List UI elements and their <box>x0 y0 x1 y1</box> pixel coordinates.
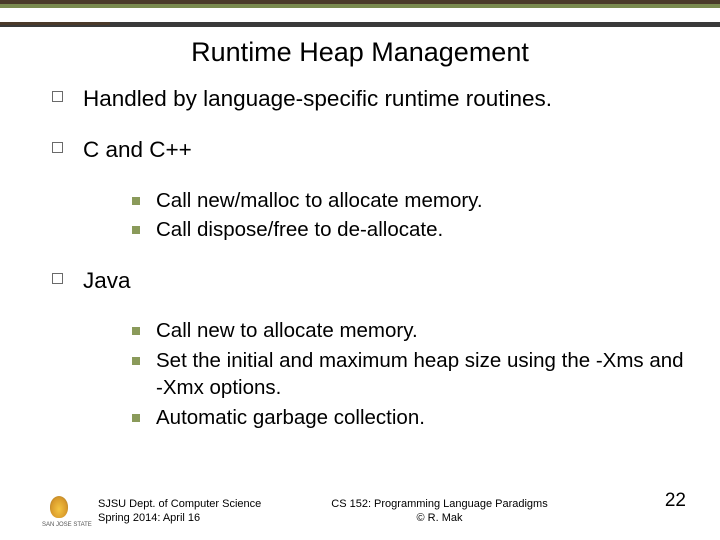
decorative-top-bars <box>0 0 720 27</box>
solid-bullet-icon <box>132 226 140 234</box>
slide-footer: SAN JOSE STATE SJSU Dept. of Computer Sc… <box>0 496 720 528</box>
square-bullet-icon <box>52 142 63 153</box>
sub-bullet-item: Call new to allocate memory. <box>132 317 690 345</box>
solid-bullet-icon <box>132 327 140 335</box>
bullet-text: Handled by language-specific runtime rou… <box>83 84 552 113</box>
footer-date: Spring 2014: April 16 <box>98 512 261 526</box>
solid-bullet-icon <box>132 197 140 205</box>
page-number: 22 <box>665 490 686 512</box>
bullet-item: C and C++ <box>52 135 690 164</box>
bullet-text: Java <box>83 266 131 295</box>
square-bullet-icon <box>52 91 63 102</box>
slide-title: Runtime Heap Management <box>0 27 720 84</box>
sub-bullet-text: Set the initial and maximum heap size us… <box>156 347 690 402</box>
sub-bullet-item: Call new/malloc to allocate memory. <box>132 187 690 215</box>
sub-list: Call new/malloc to allocate memory. Call… <box>132 187 690 244</box>
sub-bullet-item: Call dispose/free to de-allocate. <box>132 216 690 244</box>
footer-course: CS 152: Programming Language Paradigms <box>331 498 547 512</box>
sub-list: Call new to allocate memory. Set the ini… <box>132 317 690 432</box>
footer-center: CS 152: Programming Language Paradigms ©… <box>331 498 547 526</box>
slide-content: Handled by language-specific runtime rou… <box>0 84 720 432</box>
footer-left: SJSU Dept. of Computer Science Spring 20… <box>98 498 261 526</box>
sub-bullet-text: Call dispose/free to de-allocate. <box>156 216 443 244</box>
bullet-item: Handled by language-specific runtime rou… <box>52 84 690 113</box>
sjsu-logo-icon: SAN JOSE STATE <box>42 496 78 528</box>
bullet-text: C and C++ <box>83 135 192 164</box>
footer-dept: SJSU Dept. of Computer Science <box>98 498 261 512</box>
sub-bullet-text: Call new/malloc to allocate memory. <box>156 187 483 215</box>
sub-bullet-text: Automatic garbage collection. <box>156 404 425 432</box>
square-bullet-icon <box>52 273 63 284</box>
footer-copyright: © R. Mak <box>331 512 547 526</box>
bullet-item: Java <box>52 266 690 295</box>
solid-bullet-icon <box>132 414 140 422</box>
sub-bullet-text: Call new to allocate memory. <box>156 317 418 345</box>
solid-bullet-icon <box>132 357 140 365</box>
sub-bullet-item: Set the initial and maximum heap size us… <box>132 347 690 402</box>
sub-bullet-item: Automatic garbage collection. <box>132 404 690 432</box>
